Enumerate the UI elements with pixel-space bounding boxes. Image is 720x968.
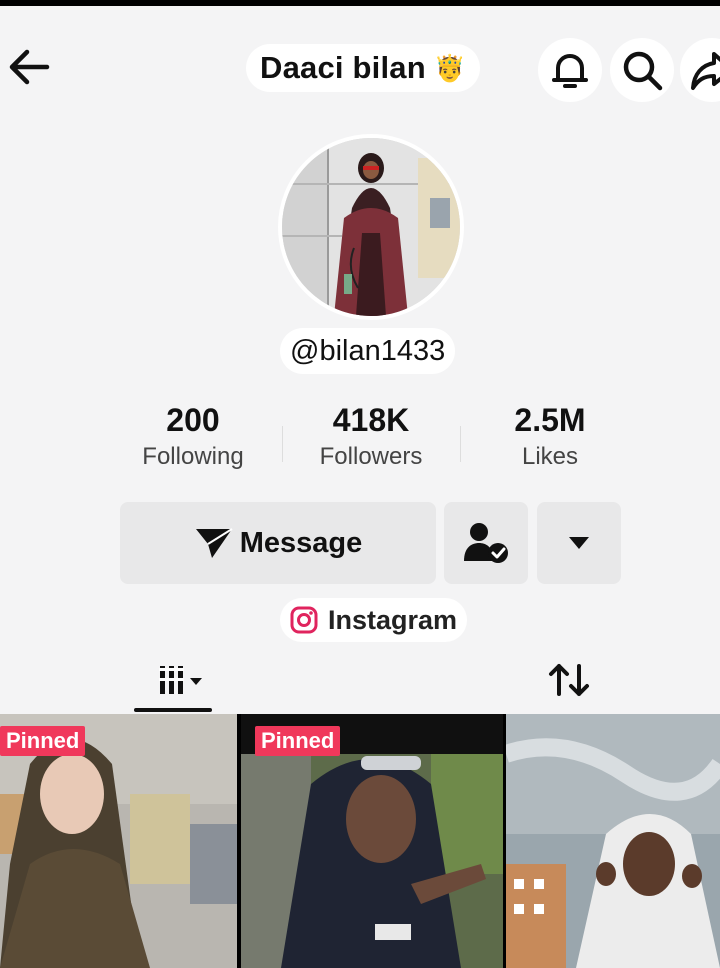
notifications-button[interactable]	[538, 38, 602, 102]
avatar[interactable]	[278, 134, 464, 320]
avatar-photo	[282, 138, 460, 316]
stat-followers[interactable]: 418K Followers	[301, 400, 441, 474]
profile-title: Daaci bilan 🤴	[246, 44, 481, 92]
stat-divider	[282, 426, 283, 462]
tab-reposts[interactable]	[534, 652, 604, 708]
video-thumbnail-image	[506, 714, 720, 968]
friends-button[interactable]	[444, 502, 528, 584]
video-thumbnail[interactable]: Pinned	[241, 714, 503, 968]
header: Daaci bilan 🤴	[0, 6, 720, 126]
stat-following-label: Following	[142, 443, 244, 470]
crown-emoji: 🤴	[433, 52, 467, 83]
search-icon	[623, 51, 663, 91]
more-suggestions-button[interactable]	[537, 502, 621, 584]
stat-divider	[460, 426, 461, 462]
grid-videos-icon	[159, 666, 202, 694]
stat-followers-label: Followers	[319, 443, 423, 470]
instagram-link[interactable]: Instagram	[280, 598, 468, 642]
message-button[interactable]: Message	[120, 502, 436, 584]
dropdown-triangle-icon	[569, 537, 589, 549]
stat-following-value: 200	[166, 402, 220, 438]
stat-followers-value: 418K	[332, 402, 410, 438]
instagram-icon	[290, 606, 318, 634]
profile-screen: Daaci bilan 🤴 @bilan1433 200 Following 4…	[0, 6, 720, 968]
back-button[interactable]	[0, 36, 58, 98]
pinned-badge: Pinned	[255, 726, 341, 756]
stat-likes[interactable]: 2.5M Likes	[480, 400, 620, 474]
share-icon	[691, 52, 720, 90]
send-icon	[195, 528, 233, 558]
tab-videos[interactable]	[140, 652, 220, 708]
repost-icon	[549, 664, 589, 696]
back-arrow-icon	[9, 49, 50, 85]
stat-likes-label: Likes	[521, 443, 579, 470]
username: @bilan1433	[280, 328, 456, 374]
bell-icon	[552, 54, 588, 88]
display-name: Daaci bilan	[260, 50, 426, 85]
tab-active-indicator	[134, 708, 212, 712]
video-thumbnail[interactable]: Pinned	[0, 714, 237, 968]
instagram-label: Instagram	[328, 604, 458, 635]
video-grid: Pinned Pinned	[0, 714, 720, 968]
stat-following[interactable]: 200 Following	[123, 400, 263, 474]
search-button[interactable]	[610, 38, 674, 102]
stat-likes-value: 2.5M	[514, 402, 586, 438]
video-thumbnail[interactable]	[506, 714, 720, 968]
share-button[interactable]	[680, 38, 720, 102]
person-check-icon	[464, 523, 508, 563]
message-label: Message	[239, 526, 363, 559]
pinned-badge: Pinned	[0, 726, 86, 756]
